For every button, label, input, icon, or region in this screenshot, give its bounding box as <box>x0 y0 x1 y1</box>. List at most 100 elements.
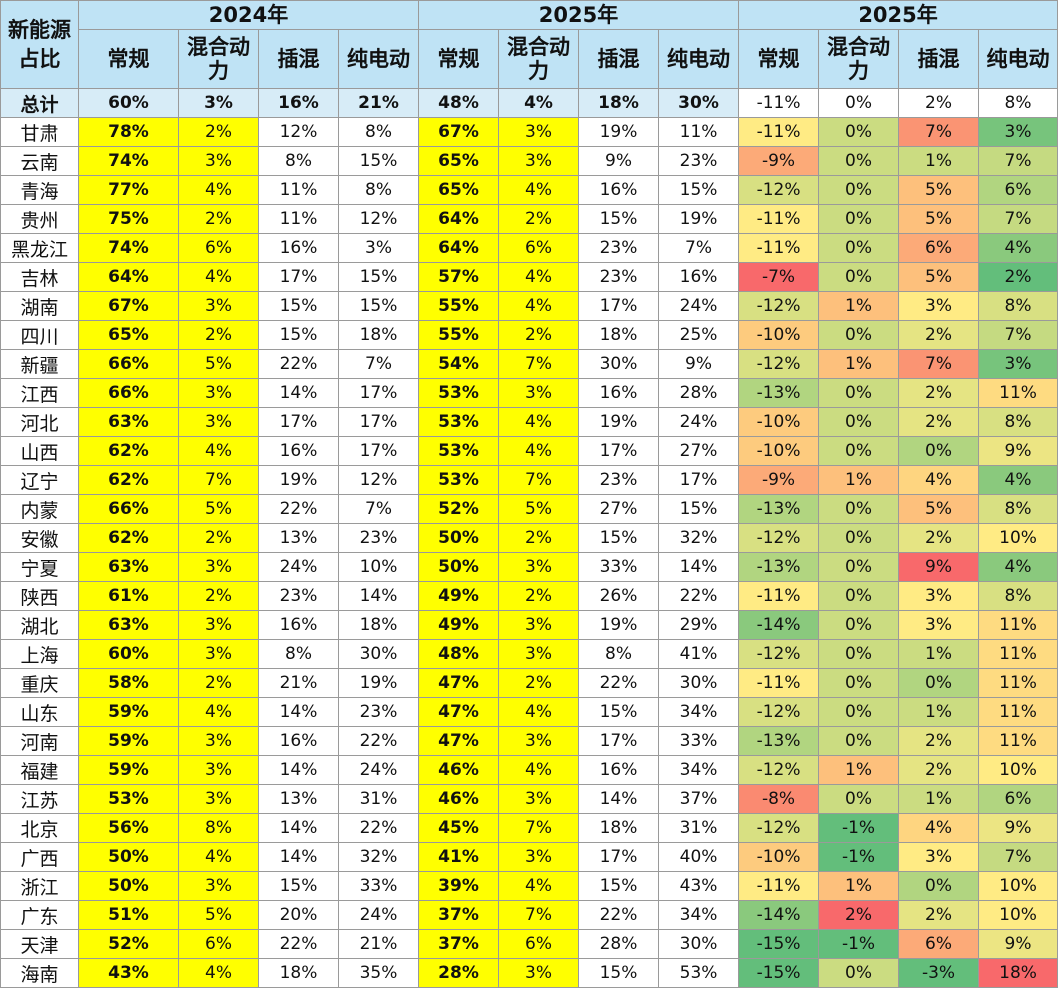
value-cell: -3% <box>898 958 980 988</box>
value-cell: 15% <box>578 697 660 727</box>
column-header: 纯电动 <box>978 29 1058 89</box>
value-cell: 23% <box>578 233 660 263</box>
value-cell: 33% <box>337 871 420 901</box>
value-cell: 30% <box>337 639 420 669</box>
value-cell: 3% <box>498 726 580 756</box>
value-cell: 75% <box>78 204 179 234</box>
value-cell: 11% <box>978 610 1058 640</box>
value-cell: -9% <box>738 465 820 495</box>
value-cell: 21% <box>337 929 420 959</box>
value-cell: 3% <box>337 233 420 263</box>
value-cell: 8% <box>178 813 259 843</box>
value-cell: 19% <box>578 610 660 640</box>
value-cell: 3% <box>898 581 980 611</box>
value-cell: 7% <box>978 204 1058 234</box>
province-name: 江苏 <box>0 784 79 814</box>
value-cell: 24% <box>258 552 339 582</box>
total-cell: 48% <box>418 88 500 118</box>
value-cell: 8% <box>258 639 339 669</box>
value-cell: 17% <box>578 291 660 321</box>
value-cell: -10% <box>738 320 820 350</box>
table-row: 上海 60% 3% 8% 30% 48% 3% 8% 41% -12% 0% 1% 11% <box>0 639 1058 669</box>
table-row: 江西 66% 3% 14% 17% 53% 3% 16% 28% -13% 0% 2% 11% <box>0 378 1058 408</box>
value-cell: -15% <box>738 958 820 988</box>
value-cell: 0% <box>898 871 980 901</box>
value-cell: 3% <box>178 871 259 901</box>
value-cell: 34% <box>658 900 740 930</box>
column-header: 插混 <box>898 29 980 89</box>
value-cell: 2% <box>178 320 259 350</box>
value-cell: 77% <box>78 175 179 205</box>
table-row: 青海 77% 4% 11% 8% 65% 4% 16% 15% -12% 0% 5% 6% <box>0 175 1058 205</box>
province-name: 吉林 <box>0 262 79 292</box>
value-cell: 0% <box>818 581 900 611</box>
value-cell: 6% <box>978 784 1058 814</box>
value-cell: 19% <box>258 465 339 495</box>
value-cell: 57% <box>418 262 500 292</box>
value-cell: 32% <box>337 842 420 872</box>
value-cell: 19% <box>658 204 740 234</box>
province-name: 甘肃 <box>0 117 79 147</box>
value-cell: 15% <box>337 291 420 321</box>
value-cell: 0% <box>818 610 900 640</box>
province-name: 四川 <box>0 320 79 350</box>
value-cell: 6% <box>498 233 580 263</box>
value-cell: 15% <box>658 494 740 524</box>
value-cell: 15% <box>258 320 339 350</box>
value-cell: 17% <box>578 726 660 756</box>
total-label: 总计 <box>0 88 79 118</box>
group-header-2025-change: 2025年 <box>738 0 1058 30</box>
value-cell: 2% <box>898 378 980 408</box>
value-cell: 19% <box>578 407 660 437</box>
total-cell: 0% <box>818 88 900 118</box>
value-cell: 7% <box>498 349 580 379</box>
value-cell: 46% <box>418 755 500 785</box>
value-cell: 3% <box>498 146 580 176</box>
table-body: 总计 60% 3% 16% 21% 48% 4% 18% 30% -11% 0% 2% 8% 甘肃 78% 2… <box>0 88 1058 988</box>
value-cell: 17% <box>578 842 660 872</box>
value-cell: 43% <box>658 871 740 901</box>
value-cell: 3% <box>178 639 259 669</box>
province-name: 云南 <box>0 146 79 176</box>
value-cell: 52% <box>78 929 179 959</box>
value-cell: 18% <box>578 320 660 350</box>
value-cell: 17% <box>337 436 420 466</box>
value-cell: -10% <box>738 842 820 872</box>
table-row: 贵州 75% 2% 11% 12% 64% 2% 15% 19% -11% 0% 5% 7% <box>0 204 1058 234</box>
value-cell: 12% <box>337 204 420 234</box>
value-cell: 17% <box>258 407 339 437</box>
column-header: 插混 <box>258 29 339 89</box>
table-row: 甘肃 78% 2% 12% 8% 67% 3% 19% 11% -11% 0% 7% 3% <box>0 117 1058 147</box>
value-cell: 4% <box>178 262 259 292</box>
column-header: 纯电动 <box>337 29 420 89</box>
value-cell: 26% <box>578 581 660 611</box>
value-cell: 10% <box>337 552 420 582</box>
value-cell: 4% <box>498 407 580 437</box>
value-cell: 3% <box>178 552 259 582</box>
total-row: 总计 60% 3% 16% 21% 48% 4% 18% 30% -11% 0% 2% 8% <box>0 88 1058 118</box>
province-name: 上海 <box>0 639 79 669</box>
table-row: 广西 50% 4% 14% 32% 41% 3% 17% 40% -10% -1% 3% 7% <box>0 842 1058 872</box>
value-cell: 11% <box>258 175 339 205</box>
value-cell: 46% <box>418 784 500 814</box>
value-cell: 4% <box>178 175 259 205</box>
value-cell: 2% <box>978 262 1058 292</box>
value-cell: 4% <box>178 842 259 872</box>
value-cell: -1% <box>818 929 900 959</box>
value-cell: 31% <box>337 784 420 814</box>
value-cell: 51% <box>78 900 179 930</box>
value-cell: 15% <box>578 204 660 234</box>
value-cell: 2% <box>178 117 259 147</box>
value-cell: 22% <box>258 494 339 524</box>
table-row: 浙江 50% 3% 15% 33% 39% 4% 15% 43% -11% 1% 0% 10% <box>0 871 1058 901</box>
column-header: 混合动力 <box>498 29 580 89</box>
value-cell: 67% <box>78 291 179 321</box>
total-cell: 2% <box>898 88 980 118</box>
value-cell: 16% <box>578 175 660 205</box>
value-cell: 8% <box>978 581 1058 611</box>
value-cell: 4% <box>498 291 580 321</box>
value-cell: 5% <box>898 494 980 524</box>
value-cell: 1% <box>818 291 900 321</box>
value-cell: 5% <box>898 175 980 205</box>
value-cell: 4% <box>498 262 580 292</box>
